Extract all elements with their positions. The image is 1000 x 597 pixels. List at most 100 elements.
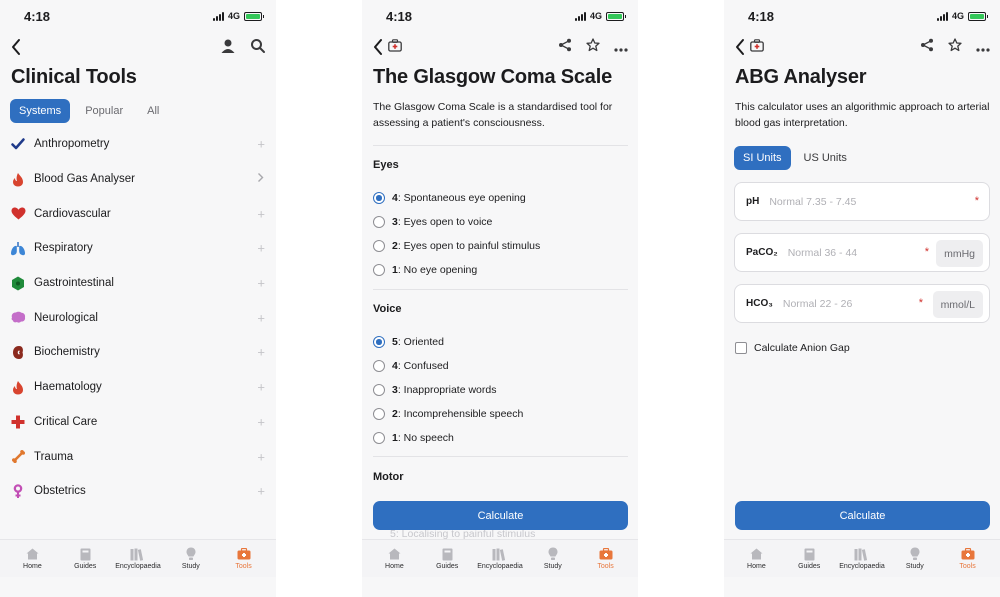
back-icon[interactable] bbox=[734, 36, 748, 58]
required-mark: * bbox=[974, 195, 979, 207]
system-item-anthropometry[interactable]: Anthropometry + bbox=[0, 127, 276, 162]
tab-tools[interactable]: Tools bbox=[582, 547, 630, 570]
system-item-cardiovascular[interactable]: Cardiovascular + bbox=[0, 196, 276, 231]
system-label: Anthropometry bbox=[34, 138, 110, 151]
checkbox-label: Calculate Anion Gap bbox=[754, 342, 850, 354]
calculate-button[interactable]: Calculate bbox=[735, 501, 990, 530]
radio-voice-2[interactable]: 2: Incomprehensible speech bbox=[373, 408, 523, 420]
nav-bar bbox=[362, 36, 638, 60]
unit-badge: mmol/L bbox=[932, 291, 983, 318]
system-label: Haematology bbox=[34, 381, 102, 394]
tab-tools[interactable]: Tools bbox=[220, 547, 268, 570]
profile-icon[interactable] bbox=[220, 38, 236, 59]
tab-guides[interactable]: Guides bbox=[785, 547, 833, 570]
divider bbox=[373, 289, 628, 290]
system-item-respiratory[interactable]: Respiratory + bbox=[0, 231, 276, 266]
tab-study[interactable]: Study bbox=[167, 547, 215, 570]
segment-popular[interactable]: Popular bbox=[76, 99, 132, 123]
radio-button bbox=[373, 360, 385, 372]
book-icon bbox=[804, 547, 815, 561]
expand-plus-icon: + bbox=[257, 483, 265, 499]
lightbulb-icon bbox=[910, 547, 920, 561]
radio-voice-5[interactable]: 5: Oriented bbox=[373, 336, 444, 348]
unit-badge: mmHg bbox=[936, 240, 983, 267]
tab-guides[interactable]: Guides bbox=[61, 547, 109, 570]
network-type: 4G bbox=[951, 11, 964, 21]
tab-guides[interactable]: Guides bbox=[423, 547, 471, 570]
tab-si-units[interactable]: SI Units bbox=[734, 146, 791, 170]
hco3-input[interactable] bbox=[782, 297, 903, 310]
tab-encyclopaedia[interactable]: Encyclopaedia bbox=[838, 547, 886, 570]
system-item-gastrointestinal[interactable]: Gastrointestinal + bbox=[0, 266, 276, 301]
radio-voice-4[interactable]: 4: Confused bbox=[373, 360, 449, 372]
status-bar: 4:18 4G bbox=[362, 0, 638, 34]
tab-home[interactable]: Home bbox=[370, 547, 418, 570]
toolbox-icon bbox=[237, 547, 251, 561]
tab-home[interactable]: Home bbox=[8, 547, 56, 570]
status-bar: 4:18 4G bbox=[724, 0, 1000, 34]
battery-icon bbox=[244, 11, 264, 21]
radio-voice-1[interactable]: 1: No speech bbox=[373, 432, 454, 444]
calculate-button[interactable]: Calculate bbox=[373, 501, 628, 530]
hexagon-icon bbox=[10, 275, 26, 291]
back-icon[interactable] bbox=[372, 36, 386, 58]
more-icon[interactable] bbox=[976, 39, 990, 57]
field-label: HCO₃ bbox=[746, 298, 773, 309]
signal-icon bbox=[212, 11, 224, 21]
radio-button bbox=[373, 384, 385, 396]
system-item-obstetrics[interactable]: Obstetrics + bbox=[0, 474, 276, 509]
heart-icon bbox=[10, 206, 26, 222]
section-heading-voice: Voice bbox=[373, 303, 402, 315]
lungs-icon bbox=[10, 240, 26, 256]
system-item-trauma[interactable]: Trauma + bbox=[0, 439, 276, 474]
star-icon[interactable] bbox=[948, 38, 962, 57]
expand-plus-icon: + bbox=[257, 344, 265, 360]
status-time: 4:18 bbox=[386, 9, 413, 24]
tab-tools[interactable]: Tools bbox=[944, 547, 992, 570]
system-item-haematology[interactable]: Haematology + bbox=[0, 370, 276, 405]
radio-eyes-1[interactable]: 1: No eye opening bbox=[373, 264, 477, 276]
field-label: PaCO₂ bbox=[746, 247, 778, 258]
chevron-right-icon bbox=[257, 170, 264, 188]
hco3-field: HCO₃ * mmol/L bbox=[734, 284, 990, 323]
system-item-biochemistry[interactable]: Biochemistry + bbox=[0, 335, 276, 370]
tab-encyclopaedia[interactable]: Encyclopaedia bbox=[114, 547, 162, 570]
paco2-input[interactable] bbox=[787, 246, 908, 259]
radio-eyes-3[interactable]: 3: Eyes open to voice bbox=[373, 216, 492, 228]
toolbox-icon[interactable] bbox=[388, 39, 402, 57]
tab-study[interactable]: Study bbox=[529, 547, 577, 570]
radio-eyes-2[interactable]: 2: Eyes open to painful stimulus bbox=[373, 240, 540, 252]
system-label: Biochemistry bbox=[34, 346, 100, 359]
tab-encyclopaedia[interactable]: Encyclopaedia bbox=[476, 547, 524, 570]
divider bbox=[373, 456, 628, 457]
search-icon[interactable] bbox=[250, 38, 266, 59]
female-icon bbox=[10, 483, 26, 499]
share-icon[interactable] bbox=[558, 38, 572, 57]
tab-bar: Home Guides Encyclopaedia Study Tools bbox=[0, 539, 276, 577]
description: The Glasgow Coma Scale is a standardised… bbox=[373, 101, 613, 129]
system-item-blood-gas-analyser[interactable]: Blood Gas Analyser bbox=[0, 162, 276, 197]
radio-voice-3[interactable]: 3: Inappropriate words bbox=[373, 384, 496, 396]
system-item-critical-care[interactable]: Critical Care + bbox=[0, 405, 276, 440]
signal-icon bbox=[936, 11, 948, 21]
toolbox-icon[interactable] bbox=[750, 39, 764, 57]
ph-field: pH * bbox=[734, 182, 990, 221]
back-icon[interactable] bbox=[10, 36, 24, 58]
tab-home[interactable]: Home bbox=[732, 547, 780, 570]
system-item-neurological[interactable]: Neurological + bbox=[0, 300, 276, 335]
segment-systems[interactable]: Systems bbox=[10, 99, 71, 123]
radio-button bbox=[373, 240, 385, 252]
star-icon[interactable] bbox=[586, 38, 600, 57]
share-icon[interactable] bbox=[920, 38, 934, 57]
ph-input[interactable] bbox=[769, 195, 890, 208]
tab-study[interactable]: Study bbox=[891, 547, 939, 570]
section-heading-eyes: Eyes bbox=[373, 159, 399, 171]
anion-gap-checkbox-row[interactable]: Calculate Anion Gap bbox=[735, 342, 850, 354]
tab-us-units[interactable]: US Units bbox=[795, 146, 856, 170]
cross-icon bbox=[10, 414, 26, 430]
segment-all[interactable]: All bbox=[138, 99, 168, 123]
checkbox[interactable] bbox=[735, 342, 747, 354]
more-icon[interactable] bbox=[614, 39, 628, 57]
radio-eyes-4[interactable]: 4: Spontaneous eye opening bbox=[373, 192, 526, 204]
battery-icon bbox=[606, 11, 626, 21]
